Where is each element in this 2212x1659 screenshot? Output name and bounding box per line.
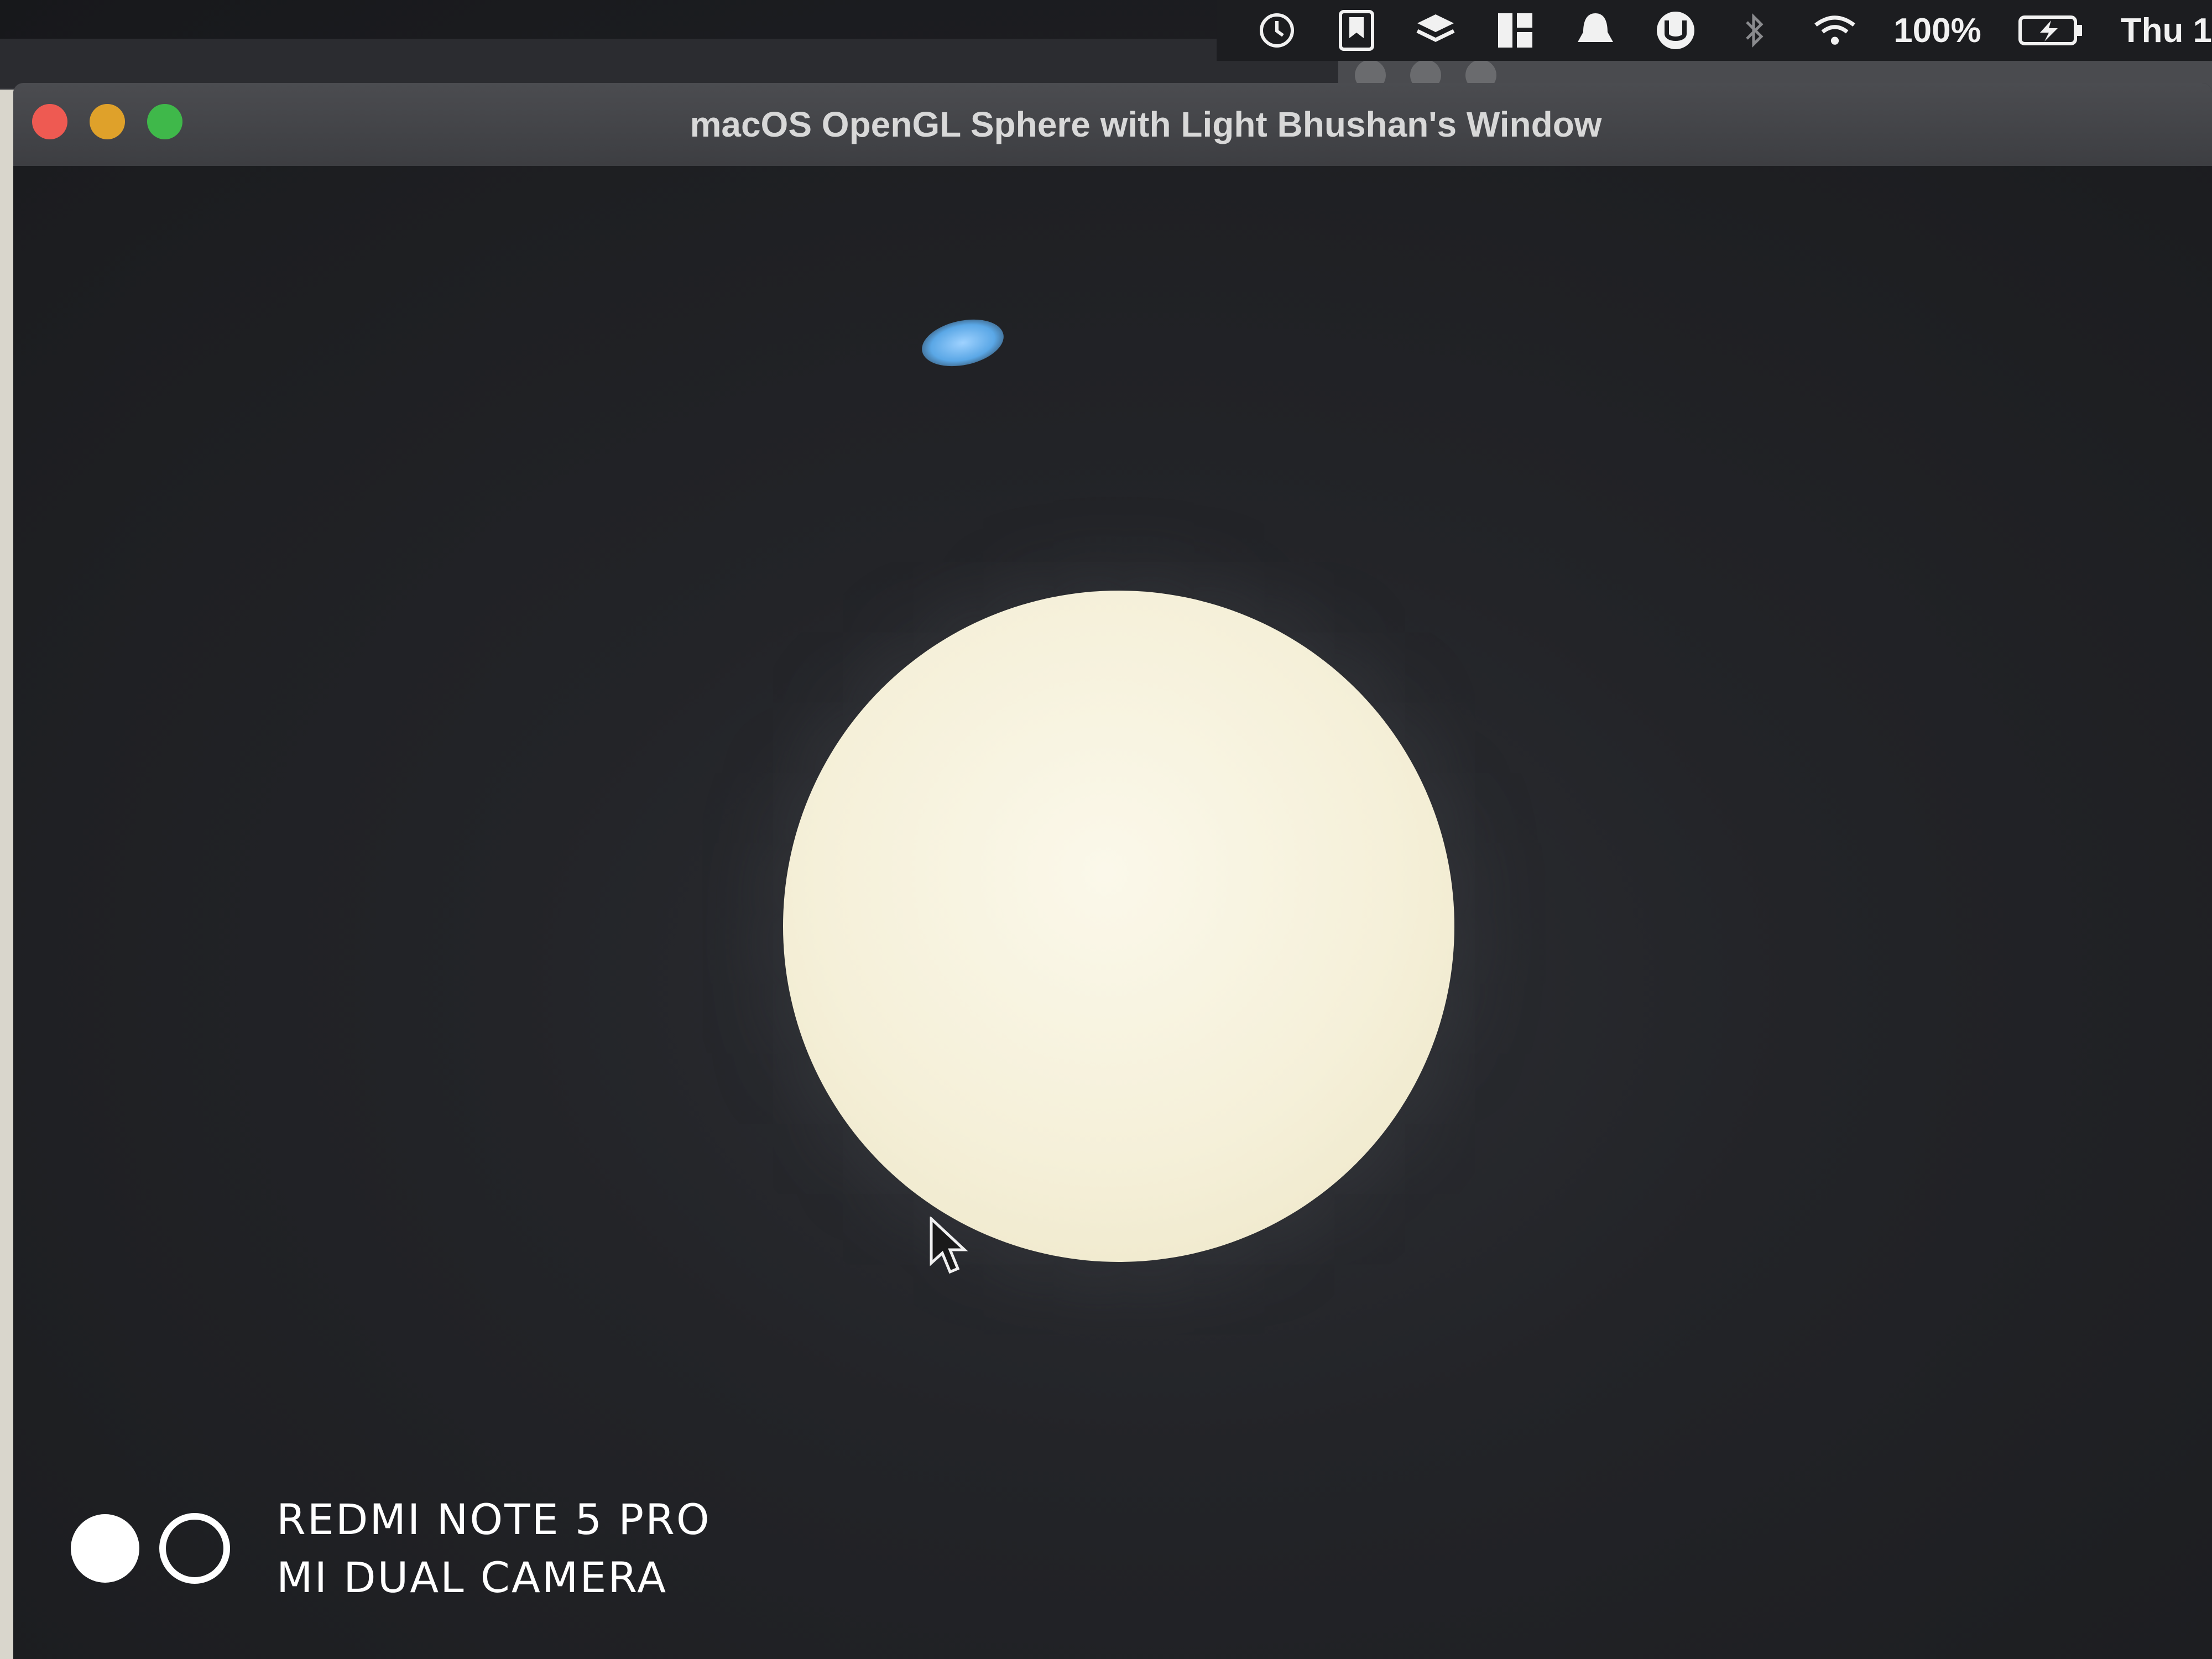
mouse-cursor-icon: [930, 1217, 968, 1274]
window-title-bar[interactable]: macOS OpenGL Sphere with Light Bhushan's…: [13, 83, 2212, 168]
bluetooth-icon[interactable]: [1733, 8, 1776, 53]
camera-watermark: REDMI NOTE 5 PRO MI DUAL CAMERA: [71, 1493, 711, 1604]
dashboard-icon[interactable]: [1494, 8, 1537, 53]
bookmark-icon[interactable]: [1335, 8, 1378, 53]
camera-lens-filled-icon: [71, 1514, 139, 1583]
camera-type-line: MI DUAL CAMERA: [276, 1553, 668, 1602]
photo-frame: 100% Thu 1 macOS OpenGL Sphere with Ligh…: [0, 0, 2212, 1659]
menu-clock[interactable]: Thu 1: [2121, 11, 2212, 50]
background-browser-tabs: [0, 39, 1349, 90]
menu-bar: 100% Thu 1: [1217, 0, 2212, 61]
camera-lens-ring-icon: [159, 1513, 230, 1584]
battery-charging-icon[interactable]: [2018, 8, 2084, 53]
time-machine-icon[interactable]: [1255, 8, 1298, 53]
lit-sphere: [783, 591, 1454, 1262]
battery-percentage[interactable]: 100%: [1893, 11, 1981, 50]
notification-bell-icon[interactable]: [1573, 8, 1618, 53]
wifi-icon[interactable]: [1813, 8, 1857, 53]
camera-model-line: REDMI NOTE 5 PRO: [276, 1495, 711, 1544]
stack-icon[interactable]: [1414, 8, 1457, 53]
utorrent-icon[interactable]: [1654, 8, 1697, 53]
camera-watermark-text: REDMI NOTE 5 PRO MI DUAL CAMERA: [276, 1495, 711, 1602]
window-title: macOS OpenGL Sphere with Light Bhushan's…: [690, 105, 1602, 144]
